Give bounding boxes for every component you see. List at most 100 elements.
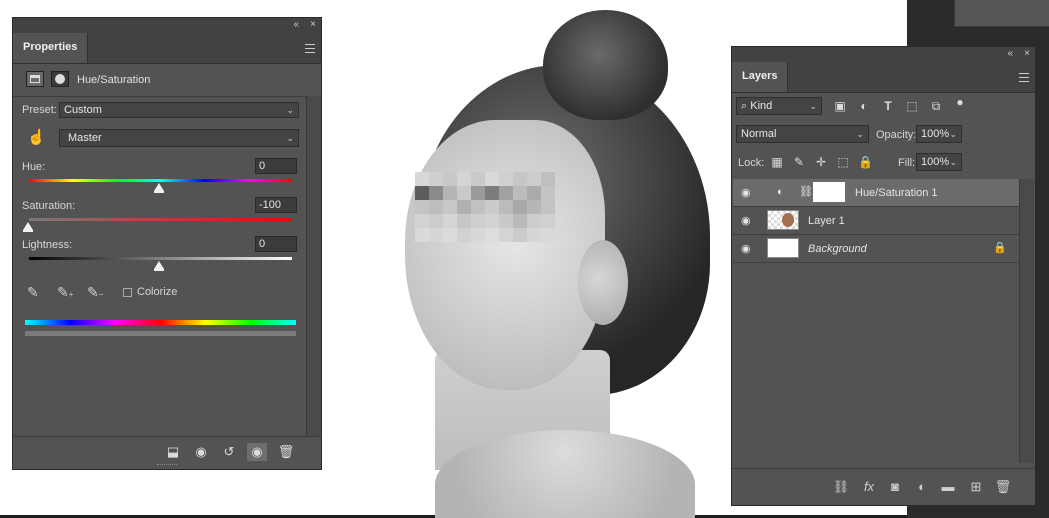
smart-object-filter-icon[interactable]: ⧉ [929, 99, 943, 113]
tab-layers[interactable]: Layers [732, 62, 789, 92]
tab-properties[interactable]: Properties [13, 33, 89, 63]
layer-row-layer-1[interactable]: ◉ Layer 1 [733, 207, 1020, 235]
output-spectrum-bar [25, 331, 296, 336]
panel-topbar: « × [732, 47, 1035, 62]
colorize-checkbox[interactable] [123, 288, 132, 297]
adjustment-title: Hue/Saturation [77, 74, 151, 86]
lightness-value-field[interactable]: 0 [255, 236, 297, 252]
visibility-eye-icon[interactable]: ◉ [741, 186, 755, 200]
layer-name: Hue/Saturation 1 [855, 187, 938, 199]
adjustment-layer-icon[interactable]: ◐ [913, 479, 931, 495]
link-icon[interactable]: ⛓ [832, 479, 850, 495]
visibility-eye-icon[interactable]: ◉ [741, 242, 755, 256]
channel-dropdown[interactable]: Master ⌄ [59, 129, 299, 147]
new-layer-icon[interactable]: ⊞ [967, 479, 985, 495]
fill-field[interactable]: 100% ⌄ [916, 153, 962, 171]
saturation-slider-track[interactable] [29, 218, 292, 221]
layer-filter-row: ⌕ Kind ⌄ ▣ ◐ T ⬚ ⧉ ● [732, 95, 1035, 121]
portrait-photo [395, 0, 735, 518]
lock-label: Lock: [738, 157, 765, 169]
view-previous-state-icon[interactable]: ◉ [191, 443, 211, 461]
eyedropper-icon[interactable]: ✎ [27, 284, 43, 300]
properties-panel: « × Properties Hue/Saturation Preset: Cu… [12, 17, 322, 470]
colorize-label: Colorize [137, 286, 178, 298]
chevron-down-icon: ⌄ [949, 157, 957, 167]
collapse-panel-icon[interactable]: « [1007, 48, 1013, 59]
chevron-down-icon: ⌄ [809, 101, 817, 111]
filter-kind-value: Kind [750, 100, 773, 112]
saturation-value-field[interactable]: -100 [255, 197, 297, 213]
layers-tabbar: Layers [732, 62, 1035, 93]
close-panel-icon[interactable]: × [1024, 48, 1030, 59]
chevron-down-icon: ⌄ [286, 133, 294, 143]
visibility-eye-icon[interactable]: ◉ [741, 214, 755, 228]
panel-menu-icon[interactable] [305, 44, 315, 53]
lock-all-icon[interactable]: 🔒 [858, 155, 873, 169]
lock-row: Lock: ▦ ✎ ✛ ⬚ 🔒 Fill: 100% ⌄ [732, 151, 1035, 177]
layers-footer: ⛓ fx ◙ ◐ ▬ ⊞ 🗑 [732, 468, 1035, 505]
eyedropper-plus-icon[interactable]: ✎+ [57, 284, 73, 300]
add-mask-icon[interactable]: ◙ [886, 479, 904, 495]
folder-icon[interactable]: ▬ [939, 479, 957, 495]
lightness-label: Lightness: [22, 239, 73, 251]
chevron-down-icon: ⌄ [949, 129, 957, 139]
trash-icon[interactable]: 🗑 [276, 443, 296, 461]
fx-icon[interactable]: fx [860, 479, 878, 495]
preset-value: Custom [64, 104, 102, 116]
chevron-down-icon: ⌄ [286, 105, 294, 115]
preset-dropdown[interactable]: Custom ⌄ [59, 102, 299, 118]
adjustment-filter-icon[interactable]: ◐ [857, 99, 871, 113]
filter-toggle-icon[interactable]: ● [953, 95, 967, 109]
opacity-field[interactable]: 100% ⌄ [916, 125, 962, 143]
panel-menu-icon[interactable] [1019, 73, 1029, 82]
blend-mode-dropdown[interactable]: Normal ⌄ [736, 125, 869, 143]
lock-transparency-icon[interactable]: ▦ [770, 155, 784, 169]
layers-scrollbar[interactable] [1019, 179, 1034, 463]
hand-pointer-icon[interactable]: ☝ [27, 128, 46, 146]
collapsed-panel[interactable] [954, 0, 1049, 27]
layer-thumbnail[interactable] [767, 238, 799, 258]
eyedropper-minus-icon[interactable]: ✎− [87, 284, 103, 300]
fill-label: Fill: [898, 157, 916, 169]
layer-mask-thumbnail[interactable] [813, 182, 845, 202]
resize-grip[interactable] [157, 464, 177, 467]
link-icon[interactable]: ⛓ [799, 185, 813, 198]
blend-row: Normal ⌄ Opacity: 100% ⌄ [732, 123, 1035, 149]
clip-to-layer-icon[interactable]: ⬓ [163, 443, 183, 461]
panel-topbar: « × [13, 18, 321, 33]
shape-filter-icon[interactable]: ⬚ [905, 99, 919, 113]
lock-icon[interactable]: 🔒 [993, 241, 1007, 254]
channel-value: Master [68, 132, 102, 144]
layer-thumbnail[interactable] [767, 210, 799, 230]
reset-icon[interactable]: ↺ [219, 443, 239, 461]
filter-kind-dropdown[interactable]: ⌕ Kind ⌄ [736, 97, 822, 115]
lock-pixels-icon[interactable]: ✎ [792, 155, 806, 169]
layers-panel: « × Layers ⌕ Kind ⌄ ▣ ◐ T ⬚ ⧉ ● Normal ⌄… [731, 46, 1036, 506]
pixel-filter-icon[interactable]: ▣ [833, 99, 847, 113]
opacity-label: Opacity: [876, 129, 917, 141]
saturation-slider-thumb[interactable] [23, 222, 33, 232]
type-filter-icon[interactable]: T [881, 99, 895, 113]
trash-icon[interactable]: 🗑 [994, 479, 1012, 495]
layer-row-hue-saturation[interactable]: ◉ ◐ ⛓ Hue/Saturation 1 [733, 179, 1020, 207]
eye-icon[interactable]: ◉ [247, 443, 267, 461]
close-panel-icon[interactable]: × [310, 19, 316, 30]
collapse-panel-icon[interactable]: « [293, 19, 299, 30]
fill-value: 100% [921, 156, 950, 168]
lightness-slider-thumb[interactable] [154, 261, 164, 271]
adjustment-layer-icon: ◐ [777, 186, 784, 198]
lock-position-icon[interactable]: ✛ [814, 155, 828, 169]
lightness-slider-track[interactable] [29, 257, 292, 260]
properties-header: Hue/Saturation [13, 64, 321, 97]
opacity-value: 100% [921, 128, 950, 140]
hair-bun [543, 10, 668, 120]
hue-slider-track[interactable] [29, 179, 292, 182]
layer-mask-icon[interactable] [51, 71, 69, 87]
layer-row-background[interactable]: ◉ Background 🔒 [733, 235, 1020, 263]
preset-label: Preset: [22, 104, 57, 116]
properties-scrollbar[interactable] [306, 96, 321, 436]
lock-artboard-icon[interactable]: ⬚ [836, 155, 850, 169]
hue-saturation-grid-icon[interactable] [26, 71, 44, 87]
hue-slider-thumb[interactable] [154, 183, 164, 193]
hue-value-field[interactable]: 0 [255, 158, 297, 174]
